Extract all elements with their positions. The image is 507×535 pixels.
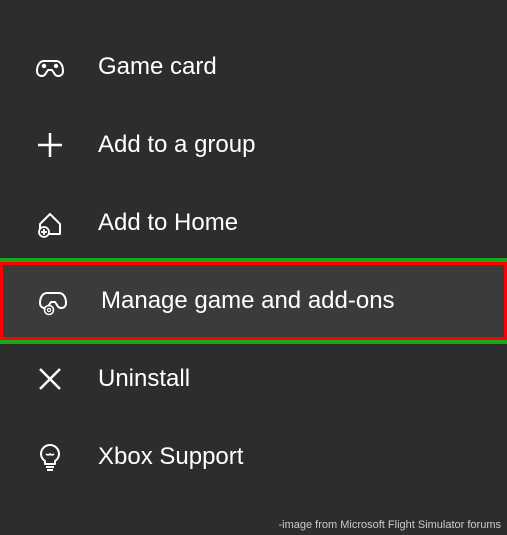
menu-item-label: Add to Home <box>98 209 238 237</box>
menu-item-add-to-group[interactable]: Add to a group <box>0 106 507 184</box>
lightbulb-icon <box>28 435 72 479</box>
attribution-text: -image from Microsoft Flight Simulator f… <box>279 519 502 531</box>
plus-icon <box>28 123 72 167</box>
menu-item-label: Add to a group <box>98 131 255 159</box>
menu-item-uninstall[interactable]: Uninstall <box>0 340 507 418</box>
menu-item-add-to-home[interactable]: Add to Home <box>0 184 507 262</box>
menu-item-label: Manage game and add-ons <box>101 287 395 315</box>
menu-item-label: Uninstall <box>98 365 190 393</box>
menu-item-manage-game[interactable]: Manage game and add-ons <box>0 262 507 340</box>
controller-gear-icon <box>31 279 75 323</box>
close-icon <box>28 357 72 401</box>
menu-item-xbox-support[interactable]: Xbox Support <box>0 418 507 496</box>
context-menu: Game card Add to a group Add to Home <box>0 0 507 496</box>
menu-item-label: Game card <box>98 53 217 81</box>
controller-icon <box>28 45 72 89</box>
menu-item-game-card[interactable]: Game card <box>0 28 507 106</box>
menu-item-label: Xbox Support <box>98 443 243 471</box>
home-plus-icon <box>28 201 72 245</box>
